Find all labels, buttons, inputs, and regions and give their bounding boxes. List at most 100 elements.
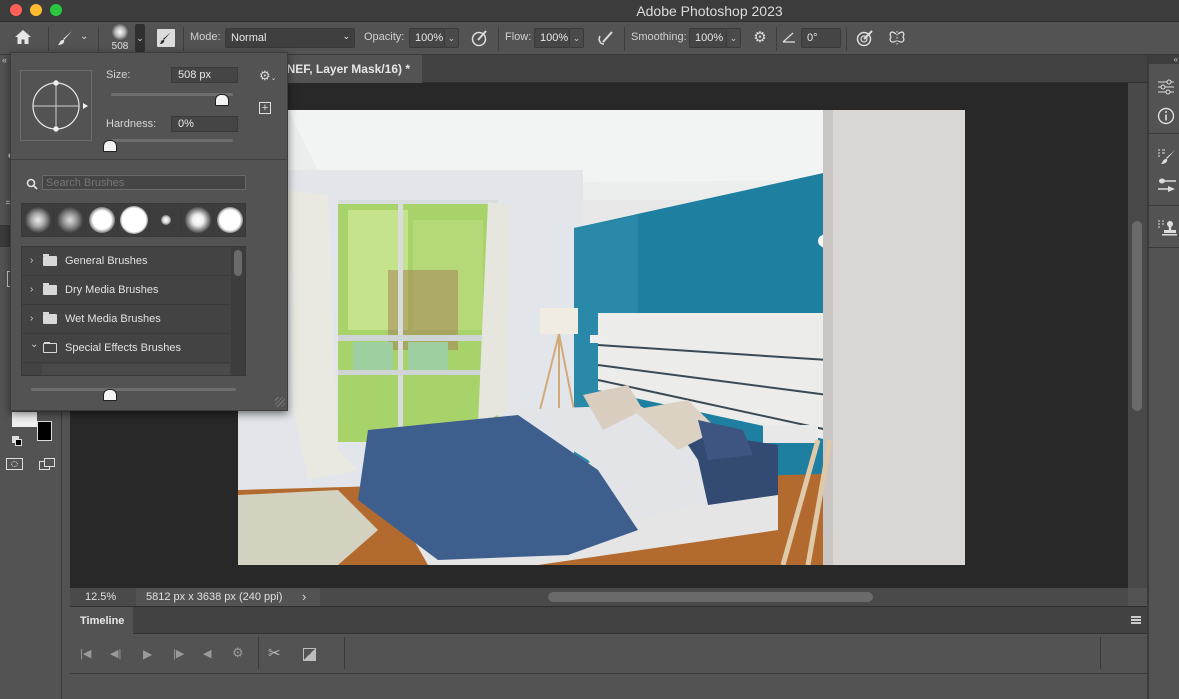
smoothing-label: Smoothing:	[631, 31, 687, 43]
brush-folder-dry-media[interactable]: › Dry Media Brushes	[22, 276, 230, 305]
opacity-input[interactable]: 100%	[409, 28, 445, 48]
status-bar: 12.5% 5812 px x 3638 px (240 ppi) ›	[70, 588, 1128, 606]
recent-brush-preset[interactable]	[150, 204, 182, 236]
go-to-first-frame-icon[interactable]: |◀	[80, 647, 91, 660]
transition-icon[interactable]	[303, 648, 316, 661]
chevron-right-icon[interactable]: ›	[30, 313, 33, 324]
symmetry-butterfly-icon[interactable]	[887, 28, 907, 48]
adjustments-sliders-icon[interactable]	[1157, 79, 1175, 97]
playback-settings-gear-icon[interactable]: ⚙	[232, 645, 244, 661]
recent-brush-preset[interactable]	[22, 204, 54, 236]
airbrush-icon[interactable]	[596, 28, 616, 48]
size-input[interactable]: 508 px	[171, 67, 238, 83]
quick-mask-icon[interactable]	[6, 458, 23, 470]
resize-grip-icon[interactable]	[275, 397, 285, 407]
size-slider-track[interactable]	[111, 93, 233, 96]
recent-brush-preset[interactable]	[214, 204, 245, 236]
title-bar: Adobe Photoshop 2023	[0, 0, 1179, 22]
brush-preset-item[interactable]	[42, 364, 230, 375]
screen-mode-icon[interactable]	[39, 458, 59, 472]
zoom-level[interactable]: 12.5%	[70, 588, 130, 606]
brush-folder-wet-media[interactable]: › Wet Media Brushes	[22, 305, 230, 334]
brush-list-scrollbar-thumb[interactable]	[234, 250, 242, 276]
create-new-preset-icon[interactable]: +	[259, 102, 271, 114]
expand-panels-icon[interactable]: «	[1149, 55, 1179, 64]
document-tab-title: NEF, Layer Mask/16) *	[286, 62, 410, 76]
chevron-right-icon[interactable]: ›	[30, 255, 33, 266]
smoothing-input[interactable]: 100%	[689, 28, 727, 48]
brush-settings-icon[interactable]	[1157, 147, 1175, 165]
right-panel-dock: «	[1147, 55, 1179, 699]
background-color-swatch[interactable]	[37, 421, 52, 441]
search-icon	[26, 177, 38, 190]
folder-icon	[43, 254, 57, 266]
mode-label: Mode:	[190, 31, 221, 43]
app-title: Adobe Photoshop 2023	[636, 3, 783, 19]
play-icon[interactable]: ▶	[143, 647, 152, 661]
folder-icon	[43, 283, 57, 295]
previous-frame-icon[interactable]: ◀|	[110, 647, 121, 660]
brush-preset-picker-popover: Size: 508 px ⚙⌄ + Hardness: 0% › General…	[10, 52, 288, 411]
brush-tip-preview	[112, 24, 128, 40]
info-icon[interactable]	[1157, 107, 1175, 125]
default-colors-icon[interactable]	[12, 436, 22, 446]
folder-label: Special Effects Brushes	[65, 342, 181, 354]
clone-source-stamp-icon[interactable]	[1157, 218, 1177, 236]
panel-menu-icon[interactable]	[1131, 616, 1141, 624]
open-folder-icon	[43, 342, 57, 353]
vertical-scrollbar[interactable]	[1128, 83, 1147, 588]
mode-select[interactable]: Normal ⌄	[225, 28, 355, 48]
smoothing-dropdown[interactable]: ⌄	[727, 28, 741, 48]
brush-list-scrollbar[interactable]	[231, 247, 245, 375]
vertical-scrollbar-thumb[interactable]	[1132, 221, 1142, 411]
recent-brush-preset[interactable]	[54, 204, 86, 236]
next-frame-icon[interactable]: |▶	[173, 647, 184, 660]
opacity-dropdown[interactable]: ⌄	[445, 28, 459, 48]
brush-folder-general[interactable]: › General Brushes	[22, 247, 230, 276]
hardness-slider-track[interactable]	[111, 139, 233, 142]
split-scissors-icon[interactable]: ✂	[268, 644, 281, 662]
horizontal-scrollbar-thumb[interactable]	[548, 592, 873, 602]
flow-input[interactable]: 100%	[534, 28, 570, 48]
options-bar: ⌄ 508 ⌄ Mode: Normal ⌄ Opacity: 100% ⌄ F…	[0, 22, 1179, 55]
pressure-size-icon[interactable]	[855, 28, 875, 48]
mute-audio-icon[interactable]: ◀	[203, 647, 211, 660]
size-label: Size:	[106, 69, 131, 81]
search-brushes-input[interactable]	[42, 175, 246, 190]
recent-brush-preset[interactable]	[118, 204, 150, 236]
folder-label: Dry Media Brushes	[65, 284, 159, 296]
home-icon[interactable]	[12, 28, 34, 48]
brush-folder-list: › General Brushes › Dry Media Brushes › …	[21, 246, 246, 376]
brushes-panel-icon[interactable]	[1157, 176, 1176, 194]
hardness-label: Hardness:	[106, 118, 157, 130]
brush-settings-panel-toggle-icon[interactable]	[157, 29, 175, 47]
document-info-menu-arrow[interactable]: ›	[302, 589, 306, 604]
chevron-down-icon[interactable]: ⌄	[30, 339, 38, 350]
opacity-label: Opacity:	[364, 31, 405, 43]
flow-dropdown[interactable]: ⌄	[570, 28, 584, 48]
hardness-input[interactable]: 0%	[171, 116, 238, 132]
smoothing-options-gear-icon[interactable]: ⚙	[751, 29, 769, 47]
brush-options-gear-icon[interactable]: ⚙⌄	[259, 68, 277, 84]
folder-label: Wet Media Brushes	[65, 313, 161, 325]
flow-label: Flow:	[505, 31, 532, 43]
timeline-tab[interactable]: Timeline	[70, 607, 133, 635]
recent-brush-preset[interactable]	[182, 204, 214, 236]
chevron-down-icon: ⌄	[342, 31, 350, 41]
timeline-header: Timeline	[70, 607, 1147, 635]
mode-value: Normal	[231, 32, 267, 44]
tool-icon-brush-active[interactable]	[0, 225, 10, 247]
tool-preset-chevron-icon[interactable]: ⌄	[80, 31, 88, 42]
document-image[interactable]	[238, 110, 965, 565]
angle-input[interactable]: 0°	[801, 28, 841, 48]
foreground-color-swatch[interactable]	[12, 412, 37, 427]
recent-brush-preset[interactable]	[86, 204, 118, 236]
brush-tool-icon[interactable]	[55, 29, 75, 49]
brush-angle-roundness-preview[interactable]	[20, 70, 92, 141]
brush-preset-picker[interactable]: 508	[106, 24, 134, 54]
chevron-right-icon[interactable]: ›	[30, 284, 33, 295]
preview-size-slider-track[interactable]	[31, 388, 236, 391]
brush-folder-special-effects[interactable]: ⌄ Special Effects Brushes	[22, 334, 230, 363]
pressure-opacity-icon[interactable]	[470, 28, 490, 48]
brush-picker-toggle-button[interactable]: ⌄	[135, 24, 145, 52]
